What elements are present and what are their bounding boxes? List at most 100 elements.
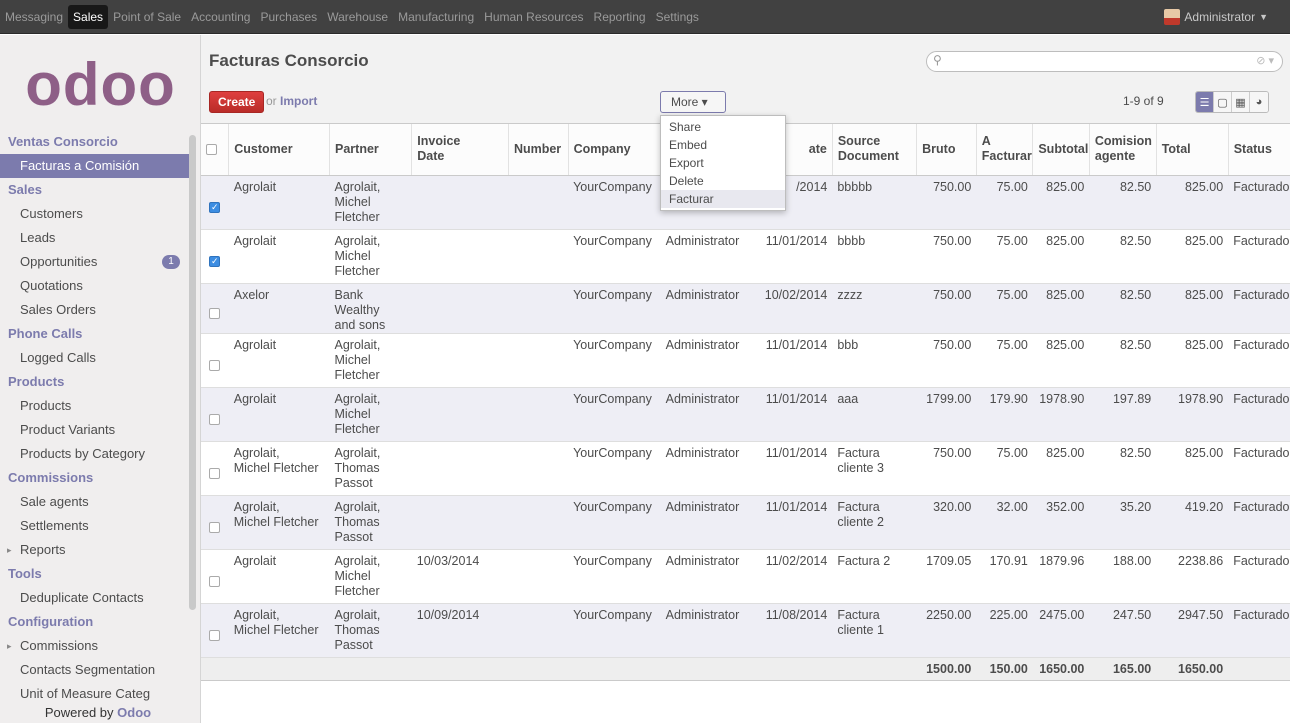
table-row[interactable]: Agrolait Agrolait, Michel Fletcher 10/03/2… xyxy=(201,549,1290,604)
sidebar-item-quotations[interactable]: Quotations xyxy=(0,274,196,298)
row-checkbox[interactable] xyxy=(201,495,229,550)
row-checkbox[interactable] xyxy=(201,333,229,388)
app-menu-messaging[interactable]: Messaging xyxy=(0,5,68,29)
col-customer[interactable]: Customer xyxy=(228,124,330,176)
cell-customer: Agrolait, Michel Fletcher xyxy=(228,603,330,658)
cell-invoice-date: 10/09/2014 xyxy=(411,603,509,658)
cell-number xyxy=(508,175,569,230)
select-all-checkbox[interactable] xyxy=(201,124,229,176)
sidebar-item-leads[interactable]: Leads xyxy=(0,226,196,250)
import-link[interactable]: Import xyxy=(280,94,317,108)
cell-partner: Agrolait, Thomas Passot xyxy=(329,603,412,658)
sidebar-scrollbar[interactable] xyxy=(189,135,196,610)
pager[interactable]: 1-9 of 9 xyxy=(1123,94,1164,108)
more-menu-item-export[interactable]: Export xyxy=(661,154,785,172)
col-a-facturar[interactable]: A Facturar xyxy=(975,124,1033,176)
cell-company: YourCompany xyxy=(568,549,661,604)
search-input[interactable]: ⚲ ⊘ ▾ xyxy=(926,51,1283,72)
powered-by[interactable]: Powered by Odoo xyxy=(0,701,196,723)
sidebar-item-settlements[interactable]: Settlements xyxy=(0,514,196,538)
cell-comision: 197.89 xyxy=(1089,387,1157,442)
cell-partner: Agrolait, Michel Fletcher xyxy=(329,229,412,284)
cell-number xyxy=(508,387,569,442)
app-menu-accounting[interactable]: Accounting xyxy=(186,5,255,29)
cell-number xyxy=(508,603,569,658)
row-checkbox[interactable] xyxy=(201,283,229,334)
row-checkbox[interactable] xyxy=(201,175,229,230)
total-cell-total: 1650.00 xyxy=(1156,656,1229,681)
row-checkbox[interactable] xyxy=(201,229,229,284)
cell-bruto: 1709.05 xyxy=(916,549,977,604)
table-row[interactable]: Agrolait, Michel Fletcher Agrolait, Thoma… xyxy=(201,441,1290,496)
row-checkbox[interactable] xyxy=(201,441,229,496)
sidebar-item-products[interactable]: Products xyxy=(0,394,196,418)
cell-bruto: 750.00 xyxy=(916,283,977,334)
create-button[interactable]: Create xyxy=(209,91,265,113)
sidebar-item-sale-agents[interactable]: Sale agents xyxy=(0,490,196,514)
calendar-view-icon[interactable]: ▦ xyxy=(1232,92,1250,112)
sidebar-item-reports[interactable]: Reports xyxy=(0,538,196,562)
table-row[interactable]: Agrolait, Michel Fletcher Agrolait, Thoma… xyxy=(201,495,1290,550)
form-view-icon[interactable]: ▢ xyxy=(1214,92,1232,112)
odoo-logo[interactable]: odoo xyxy=(0,45,201,125)
search-options-icon[interactable]: ⊘ ▾ xyxy=(1256,54,1274,67)
row-checkbox[interactable] xyxy=(201,549,229,604)
sidebar-item-facturas-a-comisión[interactable]: Facturas a Comisión xyxy=(0,154,196,178)
row-checkbox[interactable] xyxy=(201,387,229,442)
col-status[interactable]: Status xyxy=(1227,124,1290,176)
col-partner[interactable]: Partner xyxy=(329,124,412,176)
graph-view-icon[interactable]: ◕ xyxy=(1250,92,1268,112)
app-menu-point-of-sale[interactable]: Point of Sale xyxy=(108,5,186,29)
app-menu-purchases[interactable]: Purchases xyxy=(255,5,322,29)
sidebar-item-contacts-segmentation[interactable]: Contacts Segmentation xyxy=(0,658,196,682)
total-cell-empty xyxy=(832,656,917,681)
more-button[interactable]: More ▾ xyxy=(660,91,726,113)
sidebar-item-commissions[interactable]: Commissions xyxy=(0,634,196,658)
sidebar-item-label: Product Variants xyxy=(20,422,116,437)
row-checkbox[interactable] xyxy=(201,603,229,658)
col-comision-agente[interactable]: Comision agente xyxy=(1088,124,1157,176)
list-view-icon[interactable]: ☰ xyxy=(1196,92,1214,112)
col-source-document[interactable]: Source Document xyxy=(831,124,917,176)
cell-due-date: 11/01/2014 xyxy=(753,229,833,284)
app-menu-human-resources[interactable]: Human Resources xyxy=(479,5,588,29)
col-total[interactable]: Total xyxy=(1155,124,1229,176)
cell-number xyxy=(508,229,569,284)
table-row[interactable]: Agrolait, Michel Fletcher Agrolait, Thoma… xyxy=(201,603,1290,658)
cell-company: YourCompany xyxy=(568,387,661,442)
col-number[interactable]: Number xyxy=(507,124,569,176)
col-bruto[interactable]: Bruto xyxy=(916,124,977,176)
app-menu-warehouse[interactable]: Warehouse xyxy=(322,5,393,29)
col-subtotal[interactable]: Subtotal xyxy=(1032,124,1090,176)
app-menu-reporting[interactable]: Reporting xyxy=(589,5,651,29)
app-menu-manufacturing[interactable]: Manufacturing xyxy=(393,5,479,29)
table-row[interactable]: Axelor Bank Wealthy and sons YourCompany Ad… xyxy=(201,283,1290,334)
table-row[interactable]: AgrolaitAgrolait, Michel Fletcher YourCom… xyxy=(201,387,1290,442)
col-invoice-date[interactable]: Invoice Date xyxy=(411,124,509,176)
cell-company: YourCompany xyxy=(568,333,661,388)
more-menu-item-delete[interactable]: Delete xyxy=(661,172,785,190)
sidebar-item-deduplicate-contacts[interactable]: Deduplicate Contacts xyxy=(0,586,196,610)
more-menu-item-facturar[interactable]: Facturar xyxy=(661,190,785,208)
cell-total: 825.00 xyxy=(1156,333,1229,388)
cell-customer: Axelor xyxy=(228,283,330,334)
cell-a-facturar: 75.00 xyxy=(976,441,1033,496)
more-menu-item-share[interactable]: Share xyxy=(661,118,785,136)
total-cell-empty xyxy=(568,656,661,681)
table-row[interactable]: AgrolaitAgrolait, Michel Fletcher YourCom… xyxy=(201,229,1290,284)
more-menu-item-embed[interactable]: Embed xyxy=(661,136,785,154)
sidebar-item-product-variants[interactable]: Product Variants xyxy=(0,418,196,442)
sidebar-item-products-by-category[interactable]: Products by Category xyxy=(0,442,196,466)
col-company[interactable]: Company xyxy=(567,124,661,176)
sidebar-item-sales-orders[interactable]: Sales Orders xyxy=(0,298,196,322)
total-cell-subtotal: 1650.00 xyxy=(1032,656,1090,681)
cell-total: 825.00 xyxy=(1156,175,1229,230)
app-menu-settings[interactable]: Settings xyxy=(651,5,704,29)
cell-due-date: 11/02/2014 xyxy=(753,549,833,604)
app-menu-sales[interactable]: Sales xyxy=(68,5,109,29)
sidebar-item-logged-calls[interactable]: Logged Calls xyxy=(0,346,196,370)
sidebar-item-customers[interactable]: Customers xyxy=(0,202,196,226)
table-row[interactable]: AgrolaitAgrolait, Michel Fletcher YourCom… xyxy=(201,333,1290,388)
sidebar-item-opportunities[interactable]: Opportunities 1 xyxy=(0,250,196,274)
user-menu[interactable]: Administrator ▼ xyxy=(1164,0,1268,34)
